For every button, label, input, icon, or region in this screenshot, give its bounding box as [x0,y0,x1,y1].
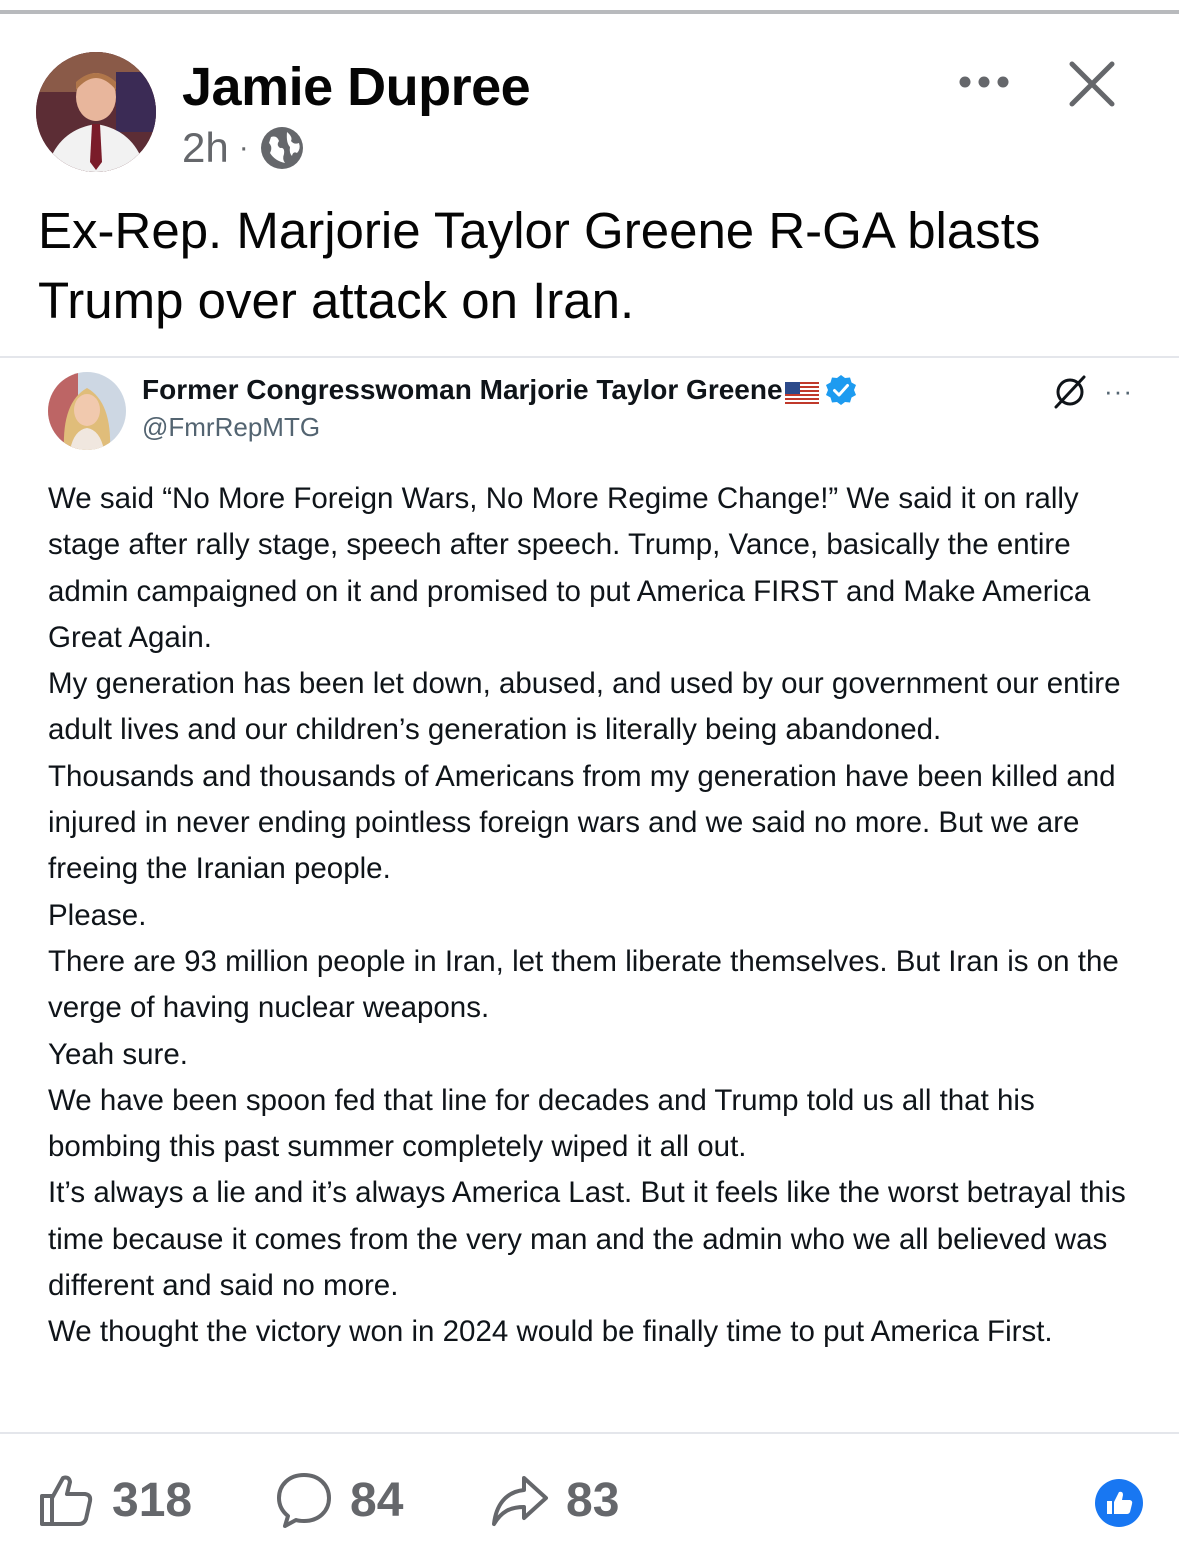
comment-icon [277,1473,331,1528]
grok-icon[interactable] [1052,374,1088,410]
tweet-body: We said “No More Foreign Wars, No More R… [48,476,1148,1356]
like-count: 318 [112,1473,193,1527]
tweet-paragraph: Yeah sure. [48,1037,188,1071]
share-count: 83 [566,1473,620,1527]
embedded-tweet[interactable]: Former Congresswoman Marjorie Taylor Gre… [0,356,1179,1434]
post-meta: 2h · [182,124,305,172]
action-bar: 318 84 83 [0,1432,1179,1562]
meta-separator: · [238,131,249,164]
tweet-author-name[interactable]: Former Congresswoman Marjorie Taylor Gre… [142,374,857,406]
thumbs-up-icon [40,1475,93,1526]
tweet-paragraph: We thought the victory won in 2024 would… [48,1315,1053,1349]
globe-icon [259,125,305,171]
tweet-author-avatar[interactable] [48,372,126,450]
more-options-button[interactable] [954,62,1014,102]
like-reaction-icon[interactable] [1094,1478,1144,1528]
us-flag-icon [784,379,819,404]
tweet-paragraph: It’s always a lie and it’s always Americ… [48,1176,1126,1303]
tweet-paragraph: Thousands and thousands of Americans fro… [48,759,1116,886]
top-divider [0,10,1179,14]
tweet-paragraph: We said “No More Foreign Wars, No More R… [48,482,1091,654]
post-text: Ex-Rep. Marjorie Taylor Greene R-GA blas… [38,202,1041,329]
comment-count: 84 [350,1473,404,1527]
like-button[interactable]: 318 [36,1470,192,1530]
post-header: Jamie Dupree 2h · [36,52,1146,176]
tweet-handle[interactable]: @FmrRepMTG [142,412,320,443]
tweet-paragraph: There are 93 million people in Iran, let… [48,944,1119,1025]
share-icon [492,1476,548,1526]
tweet-paragraph: My generation has been let down, abused,… [48,667,1121,747]
tweet-display-name: Former Congresswoman Marjorie Taylor Gre… [142,374,783,405]
comment-button[interactable]: 84 [274,1470,403,1530]
more-icon [959,76,1009,88]
verified-badge-icon [825,374,857,406]
tweet-paragraph: We have been spoon fed that line for dec… [48,1083,1035,1164]
post-timestamp[interactable]: 2h [182,124,229,172]
tweet-more-button[interactable]: ··· [1104,378,1133,404]
share-button[interactable]: 83 [490,1470,619,1530]
close-button[interactable] [1064,56,1120,112]
author-name[interactable]: Jamie Dupree [182,56,531,118]
author-avatar[interactable] [36,52,156,172]
tweet-paragraph: Please. [48,898,147,932]
close-icon [1069,61,1115,107]
